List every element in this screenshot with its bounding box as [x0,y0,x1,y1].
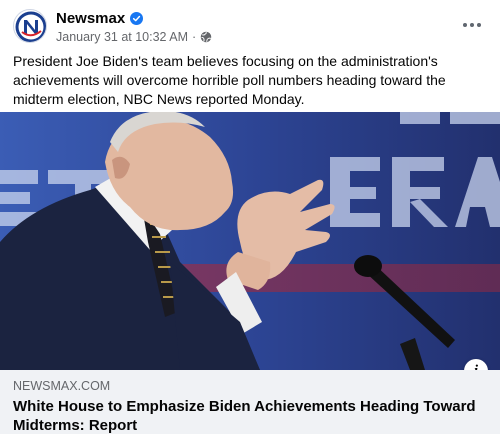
more-dot [470,23,474,27]
meta-separator: · [192,30,197,44]
link-preview-footer[interactable]: NEWSMAX.COM White House to Emphasize Bid… [0,370,500,434]
link-domain: NEWSMAX.COM [13,379,111,393]
news-photo [0,112,500,370]
page-name-link[interactable]: Newsmax [56,10,144,27]
post-timestamp[interactable]: January 31 at 10:32 AM [56,30,188,44]
more-dot [463,23,467,27]
more-dot [477,23,481,27]
newsmax-logo-icon [15,11,46,42]
link-preview-image[interactable] [0,112,500,370]
page-avatar[interactable] [13,9,47,43]
page-name[interactable]: Newsmax [56,10,125,27]
link-title[interactable]: White House to Emphasize Biden Achieveme… [13,397,483,435]
verified-badge-icon [130,12,144,25]
more-options-button[interactable] [454,10,490,40]
post-meta: January 31 at 10:32 AM · [56,30,212,44]
post-header: Newsmax January 31 at 10:32 AM · [0,0,500,50]
post-text: President Joe Biden's team believes focu… [13,53,446,107]
globe-icon[interactable] [200,31,212,43]
